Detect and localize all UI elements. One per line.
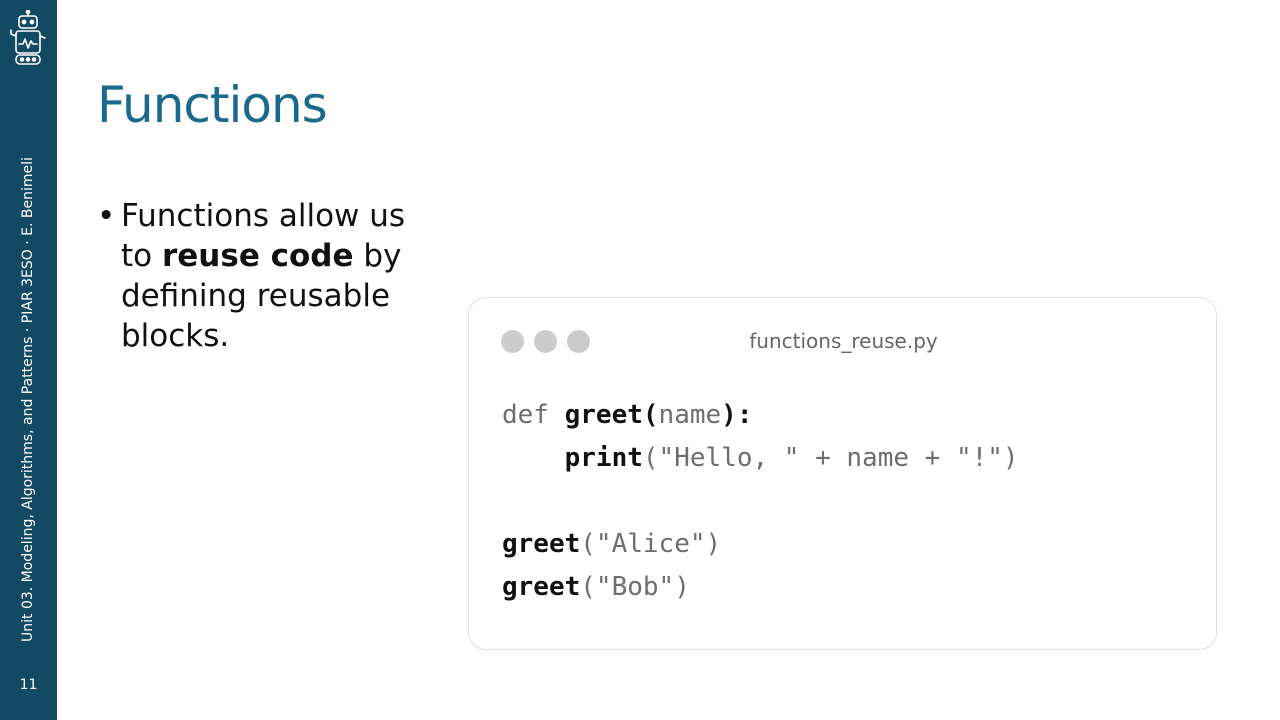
code-token: ("Alice") [580,529,722,559]
course-info-vertical: Unit 03. Modeling, Algorithms, and Patte… [20,157,36,642]
code-line: def greet(name): [502,394,1019,437]
code-token: greet [502,529,581,559]
bullet-text: Functions allow us to reuse code by defi… [121,196,432,356]
code-block: def greet(name): print("Hello, " + name … [502,394,1019,609]
code-token: greet( [564,400,659,430]
code-token: ): [721,400,753,430]
code-token: print [564,443,643,473]
bullet-point: • Functions allow us to reuse code by de… [97,196,432,356]
bullet-marker: • [97,198,116,234]
code-token: def [502,400,565,430]
code-filename: functions_reuse.py [749,329,938,353]
page-number: 11 [19,677,38,693]
slide-title: Functions [97,76,328,134]
code-token: ("Bob") [580,572,690,602]
code-window: functions_reuse.py def greet(name): prin… [468,297,1217,650]
code-token: ("Hello, " + name + "!") [642,443,1019,473]
bullet-text-bold: reuse code [161,238,354,274]
code-token: name [658,400,722,430]
code-line: greet("Bob") [502,566,1019,609]
robot-icon [10,10,46,65]
code-token: greet [502,572,581,602]
sidebar: Unit 03. Modeling, Algorithms, and Patte… [0,0,57,720]
code-line: print("Hello, " + name + "!") [502,437,1019,480]
code-line: greet("Alice") [502,523,1019,566]
